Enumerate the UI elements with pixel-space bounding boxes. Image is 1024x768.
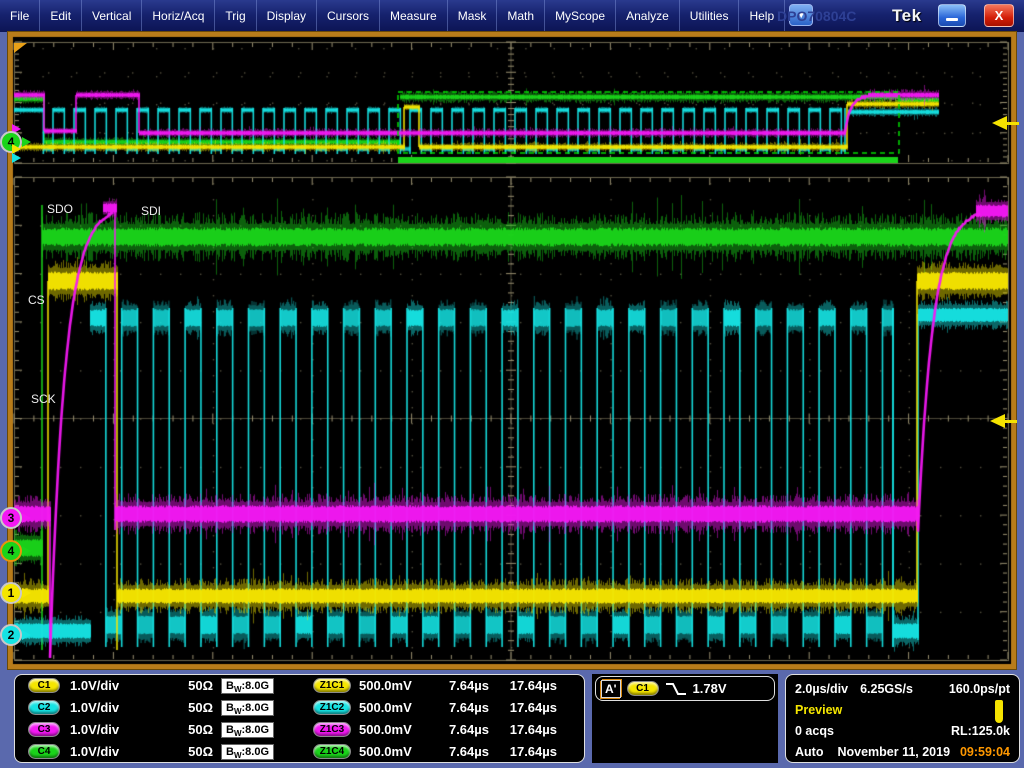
record-length: RL:125.0k — [951, 724, 1010, 738]
z1c1-time2: 17.64µs — [495, 678, 557, 693]
readout-bar: C1 1.0V/div 50Ω BW:8.0G Z1C1 500.0mV 7.6… — [0, 671, 1024, 768]
c3-badge[interactable]: C3 — [28, 722, 60, 737]
z1c3-time2: 17.64µs — [495, 722, 557, 737]
datetime-row: Auto November 11, 2019 09:59:04 — [786, 741, 1019, 762]
channel2-position-marker[interactable]: 2 — [0, 624, 22, 646]
channel4-position-marker[interactable]: 4 — [0, 540, 22, 562]
channel3-marker-arrow — [22, 513, 31, 523]
trigger-readout-box[interactable]: A' C1 1.78V — [595, 676, 775, 701]
c4-termination: 50Ω — [165, 744, 213, 759]
channel4-marker-arrow — [22, 546, 31, 556]
channel1-position-marker[interactable]: 1 — [0, 582, 22, 604]
oscilloscope-screen: File Edit Vertical Horiz/Acq Trig Displa… — [0, 0, 1024, 768]
z1c3-scale: 500.0mV — [359, 722, 412, 737]
c4-reference-arrow[interactable] — [22, 137, 31, 147]
c4-readout-row: C4 1.0V/div 50Ω BW:8.0G Z1C4 500.0mV 7.6… — [15, 743, 584, 764]
c4-scale: 1.0V/div — [70, 744, 119, 759]
channel2-marker-arrow — [22, 630, 31, 640]
c3-bandwidth-box[interactable]: BW:8.0G — [221, 722, 274, 738]
acquisition-corner-marker — [14, 43, 27, 53]
z1c2-badge[interactable]: Z1C2 — [313, 700, 351, 715]
sample-rate: 6.25GS/s — [860, 682, 913, 696]
trigger-level-arrow-main[interactable] — [990, 414, 1017, 428]
c3-readout-row: C3 1.0V/div 50Ω BW:8.0G Z1C3 500.0mV 7.6… — [15, 721, 584, 742]
c1-termination: 50Ω — [165, 678, 213, 693]
trigger-readout-panel: A' C1 1.78V — [592, 674, 778, 763]
thermometer-icon — [995, 700, 1003, 723]
falling-edge-icon — [665, 681, 687, 697]
trigger-mode: Auto — [795, 745, 823, 759]
channel-readout-panel: C1 1.0V/div 50Ω BW:8.0G Z1C1 500.0mV 7.6… — [14, 674, 585, 763]
acq-status-row: Preview — [786, 699, 1019, 720]
time-value: 09:59:04 — [960, 745, 1010, 759]
z1c4-time1: 7.64µs — [433, 744, 489, 759]
c1-readout-row: C1 1.0V/div 50Ω BW:8.0G Z1C1 500.0mV 7.6… — [15, 677, 584, 698]
trigger-arrow-icon — [992, 116, 1007, 130]
channel1-marker-arrow — [22, 588, 31, 598]
c1-badge[interactable]: C1 — [28, 678, 60, 693]
timebase-row: 2.0µs/div 6.25GS/s 160.0ps/pt — [786, 678, 1019, 699]
trigger-arrow-tail — [1005, 420, 1017, 423]
acquisition-count: 0 acqs — [795, 724, 834, 738]
c4-badge[interactable]: C4 — [28, 744, 60, 759]
signal-label-sck: SCK — [31, 392, 56, 406]
signal-label-sdi: SDI — [141, 204, 161, 218]
z1c3-time1: 7.64µs — [433, 722, 489, 737]
trigger-arrow-tail — [1007, 122, 1019, 125]
c4-bandwidth-box[interactable]: BW:8.0G — [221, 744, 274, 760]
c2-scale: 1.0V/div — [70, 700, 119, 715]
timebase-scale: 2.0µs/div — [795, 682, 848, 696]
trigger-level-value: 1.78V — [693, 681, 727, 696]
c2-readout-row: C2 1.0V/div 50Ω BW:8.0G Z1C2 500.0mV 7.6… — [15, 699, 584, 720]
z1c4-badge[interactable]: Z1C4 — [313, 744, 351, 759]
horizontal-readout-panel: 2.0µs/div 6.25GS/s 160.0ps/pt Preview 0 … — [785, 674, 1020, 763]
c2-termination: 50Ω — [165, 700, 213, 715]
trigger-source-badge[interactable]: C1 — [627, 681, 659, 696]
z1c1-scale: 500.0mV — [359, 678, 412, 693]
z1c1-badge[interactable]: Z1C1 — [313, 678, 351, 693]
trigger-label: A' — [601, 680, 621, 698]
c3-scale: 1.0V/div — [70, 722, 119, 737]
c2-bandwidth-box[interactable]: BW:8.0G — [221, 700, 274, 716]
z1c3-badge[interactable]: Z1C3 — [313, 722, 351, 737]
c2-reference-arrow[interactable] — [12, 153, 21, 163]
z1c2-scale: 500.0mV — [359, 700, 412, 715]
z1c2-time2: 17.64µs — [495, 700, 557, 715]
acq-count-row: 0 acqs RL:125.0k — [786, 720, 1019, 741]
c2-badge[interactable]: C2 — [28, 700, 60, 715]
c3-termination: 50Ω — [165, 722, 213, 737]
preview-status: Preview — [795, 703, 842, 717]
z1c4-scale: 500.0mV — [359, 744, 412, 759]
z1c4-time2: 17.64µs — [495, 744, 557, 759]
c1-bandwidth-box[interactable]: BW:8.0G — [221, 678, 274, 694]
sample-resolution: 160.0ps/pt — [949, 682, 1010, 696]
signal-label-sdo: SDO — [47, 202, 73, 216]
z1c2-time1: 7.64µs — [433, 700, 489, 715]
date-value: November 11, 2019 — [837, 745, 950, 759]
trigger-level-arrow-overview[interactable] — [992, 116, 1019, 130]
trigger-arrow-icon — [990, 414, 1005, 428]
signal-label-cs: CS — [28, 293, 45, 307]
channel3-position-marker[interactable]: 3 — [0, 507, 22, 529]
waveform-canvas — [0, 0, 1024, 768]
c1-scale: 1.0V/div — [70, 678, 119, 693]
z1c1-time1: 7.64µs — [433, 678, 489, 693]
